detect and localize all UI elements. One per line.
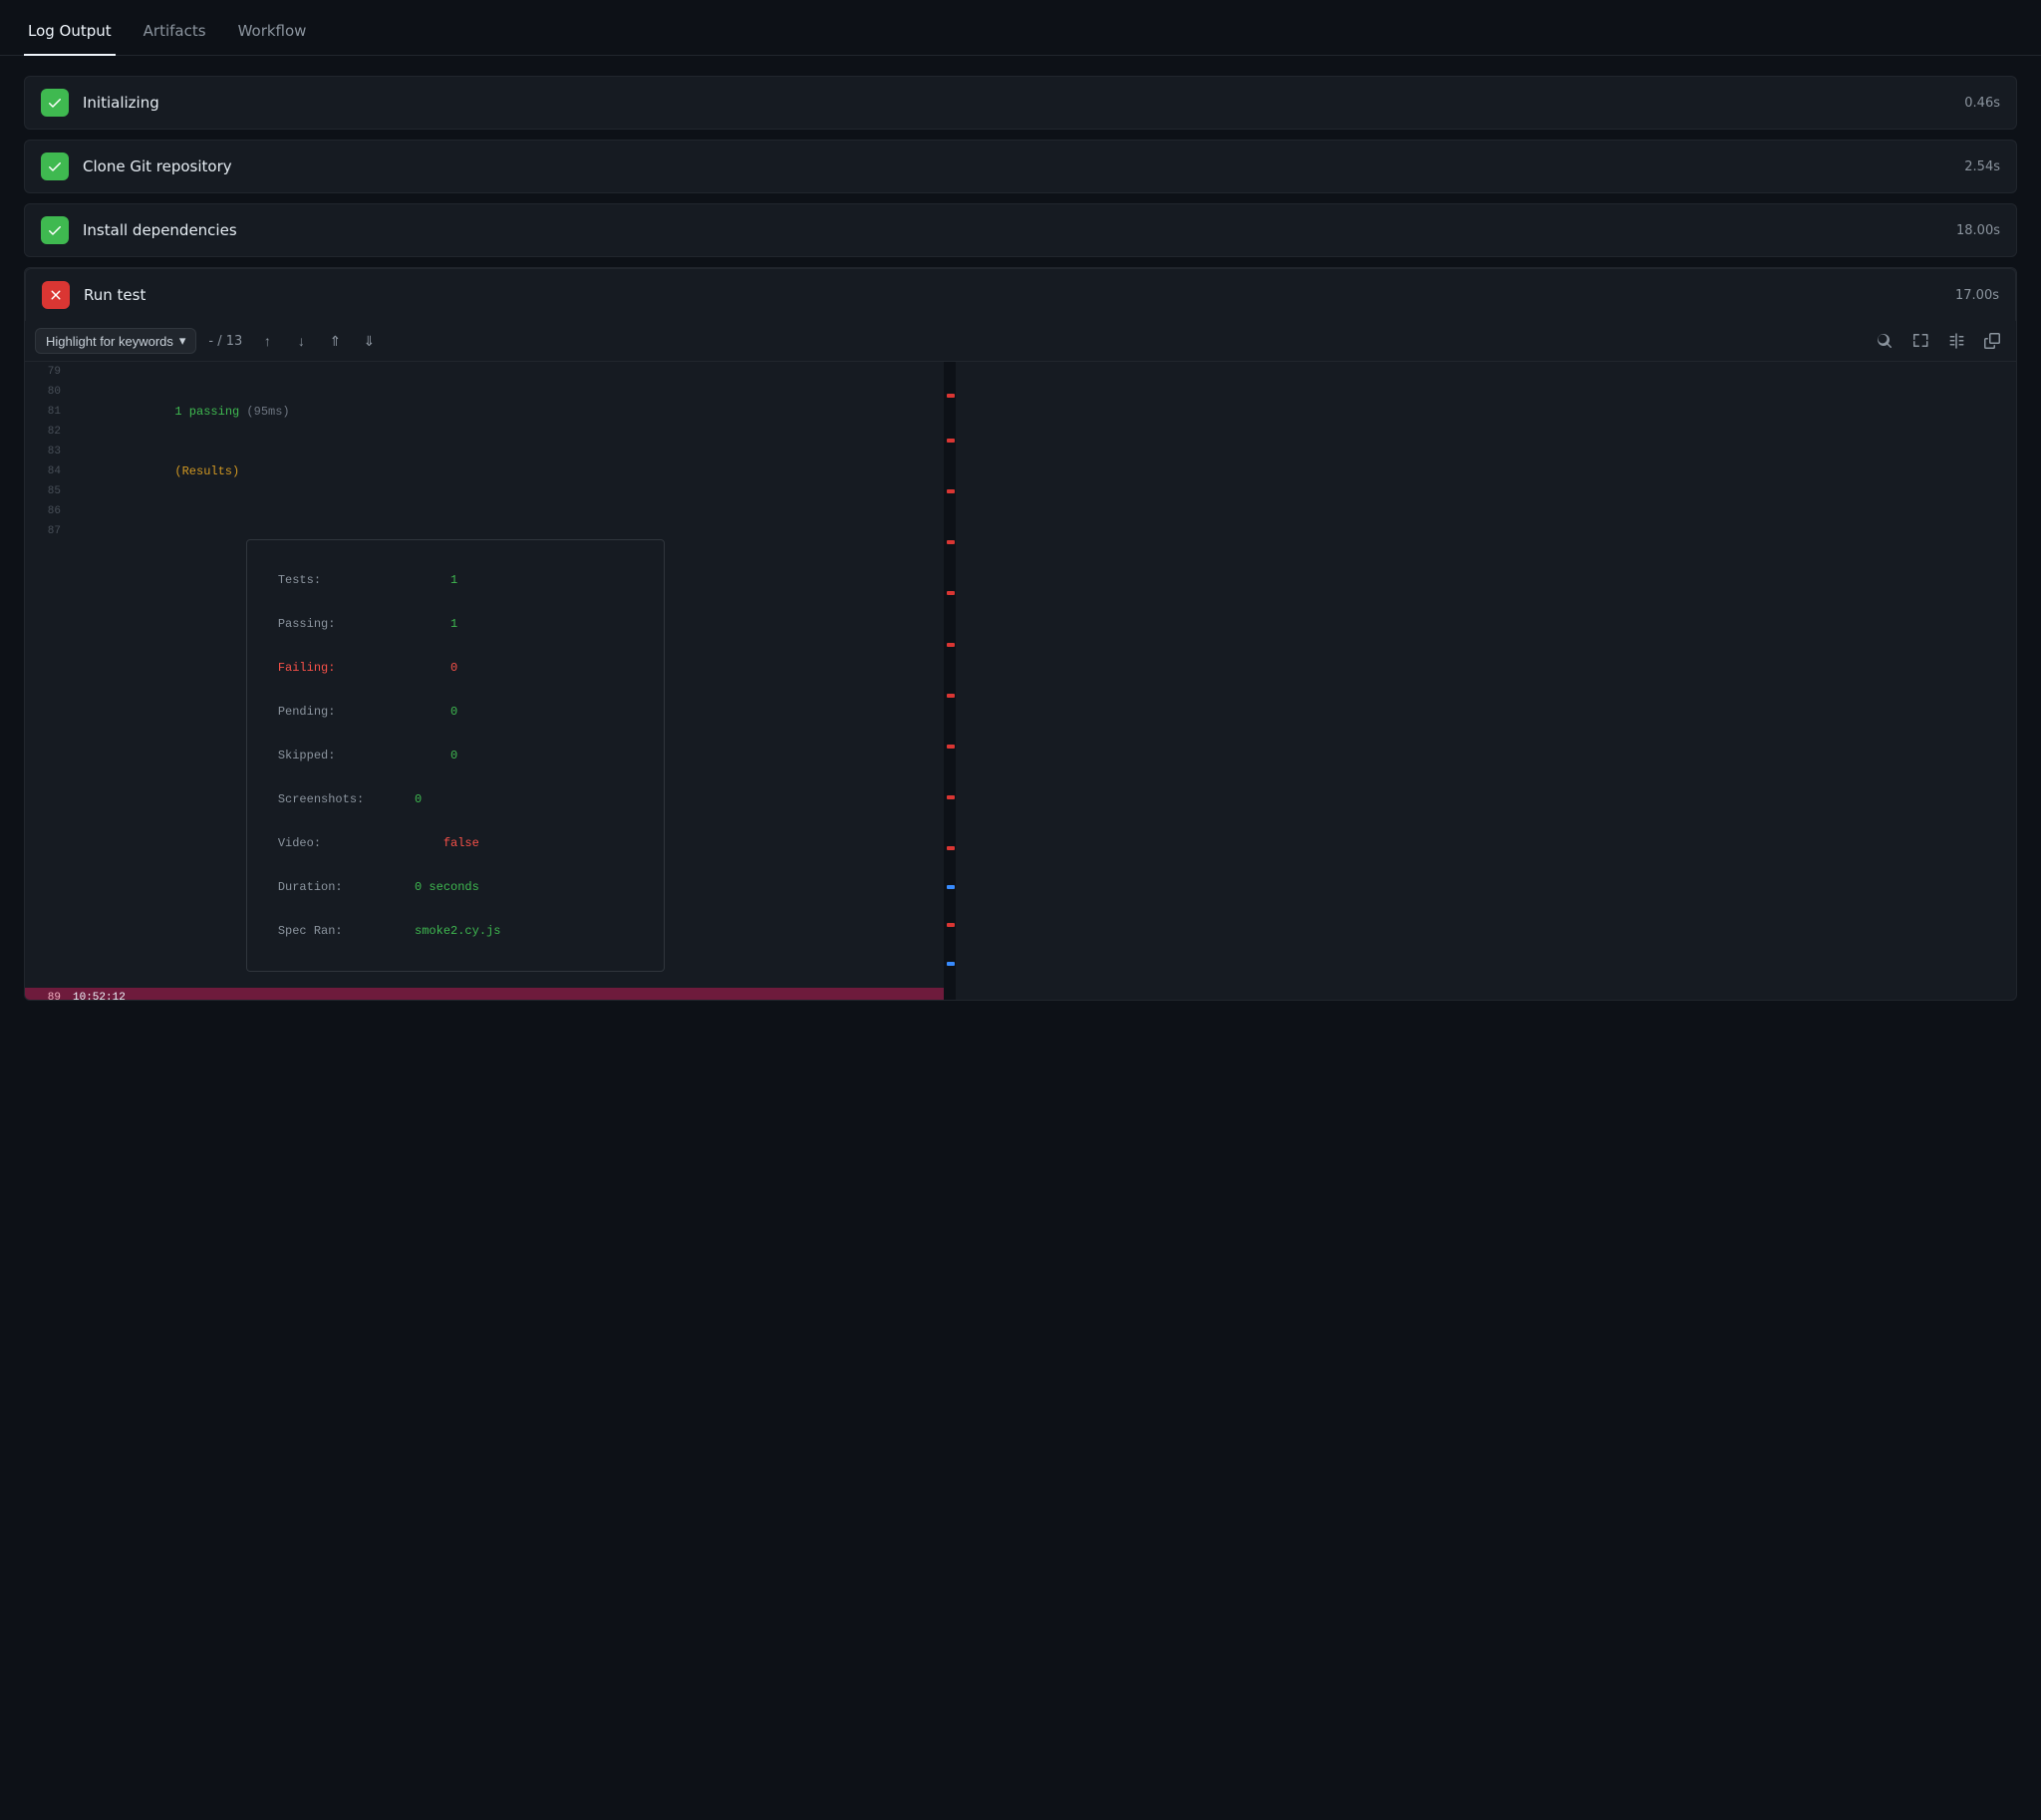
nav-count: - / 13 bbox=[204, 334, 246, 349]
log-line-81: 81 1 passing (95ms) bbox=[25, 402, 944, 422]
search-button[interactable] bbox=[1871, 327, 1898, 355]
step-initializing[interactable]: Initializing 0.46s bbox=[24, 76, 2017, 130]
highlight-keywords-button[interactable]: Highlight for keywords ▾ bbox=[35, 328, 196, 354]
step-status-icon-install bbox=[41, 216, 69, 244]
copy-log-button[interactable] bbox=[1978, 327, 2006, 355]
highlight-label: Highlight for keywords bbox=[46, 334, 173, 349]
filter-icon: ▾ bbox=[179, 333, 186, 349]
step-status-icon-run-test bbox=[42, 281, 70, 309]
run-test-panel: Run test 17.00s Highlight for keywords ▾… bbox=[24, 267, 2017, 1001]
log-line-89: 89 10:52:12 bbox=[25, 988, 944, 1000]
step-label-install: Install dependencies bbox=[83, 221, 1956, 239]
tab-log-output[interactable]: Log Output bbox=[24, 12, 116, 56]
log-toolbar: Highlight for keywords ▾ - / 13 ↑ ↓ ⇑ ⇓ bbox=[25, 321, 2016, 362]
step-time-install: 18.00s bbox=[1956, 223, 2000, 238]
step-status-icon-clone bbox=[41, 152, 69, 180]
nav-top-button[interactable]: ⇑ bbox=[322, 328, 348, 354]
step-install[interactable]: Install dependencies 18.00s bbox=[24, 203, 2017, 257]
tab-artifacts[interactable]: Artifacts bbox=[140, 12, 210, 56]
log-line: 85 bbox=[25, 481, 944, 501]
log-line-84: 84 (Results) bbox=[25, 461, 944, 481]
log-line-87: 87 Tests: 1 Passing: 1 Failing: 0 Pendin… bbox=[25, 521, 944, 988]
main-content: Initializing 0.46s Clone Git repository … bbox=[0, 56, 2041, 1021]
step-status-icon-initializing bbox=[41, 89, 69, 117]
step-clone[interactable]: Clone Git repository 2.54s bbox=[24, 140, 2017, 193]
log-line: 83 bbox=[25, 442, 944, 461]
log-content[interactable]: 79 80 81 1 passing (95ms) 82 bbox=[25, 362, 944, 1000]
nav-bottom-button[interactable]: ⇓ bbox=[356, 328, 382, 354]
tab-workflow[interactable]: Workflow bbox=[234, 12, 311, 56]
step-time-initializing: 0.46s bbox=[1964, 96, 2000, 111]
split-view-button[interactable] bbox=[1942, 327, 1970, 355]
run-test-header[interactable]: Run test 17.00s bbox=[25, 268, 2016, 321]
log-wrapper: 79 80 81 1 passing (95ms) 82 bbox=[25, 362, 2016, 1000]
run-test-label: Run test bbox=[84, 286, 1955, 304]
step-time-clone: 2.54s bbox=[1964, 159, 2000, 174]
nav-up-button[interactable]: ↑ bbox=[254, 328, 280, 354]
step-label-initializing: Initializing bbox=[83, 94, 1964, 112]
log-line: 82 bbox=[25, 422, 944, 442]
log-line: 79 bbox=[25, 362, 944, 382]
log-line: 86 bbox=[25, 501, 944, 521]
nav-down-button[interactable]: ↓ bbox=[288, 328, 314, 354]
run-test-time: 17.00s bbox=[1955, 288, 1999, 303]
expand-button[interactable] bbox=[1906, 327, 1934, 355]
log-line: 80 bbox=[25, 382, 944, 402]
header-tabs: Log Output Artifacts Workflow bbox=[0, 0, 2041, 56]
step-label-clone: Clone Git repository bbox=[83, 157, 1964, 175]
scroll-markers bbox=[944, 362, 956, 1000]
